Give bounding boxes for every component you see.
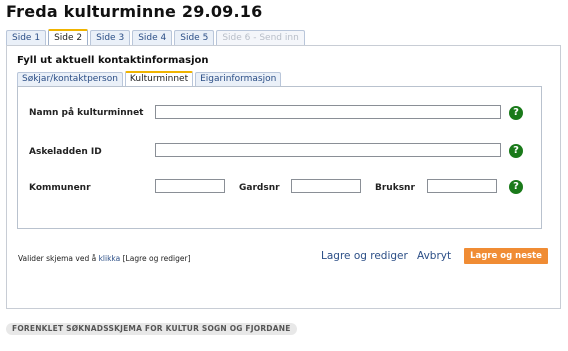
subtab-sokjar-kontaktperson[interactable]: Søkjar/kontaktperson [17,72,123,86]
validate-text: Valider skjema ved å klikka [Lagre og re… [18,254,191,263]
tab-side-3[interactable]: Side 3 [90,30,131,45]
name-label: Namn på kulturminnet [29,108,144,118]
kommunenr-label: Kommunenr [29,183,91,193]
tab-side-5[interactable]: Side 5 [174,30,215,45]
validate-suffix: [Lagre og rediger] [120,254,191,263]
gardsnr-label: Gardsnr [239,183,280,193]
footer-badge: FORENKLET SØKNADSSKJEMA FOR KULTUR SOGN … [6,323,297,335]
tab-side-6-send-inn: Side 6 - Send inn [216,30,305,45]
save-next-button[interactable]: Lagre og neste [464,248,548,264]
gardsnr-input[interactable] [291,179,361,193]
help-icon[interactable]: ? [509,180,523,194]
askeladden-input[interactable] [155,143,501,157]
askeladden-label: Askeladden ID [29,147,102,157]
page-title: Freda kulturminne 29.09.16 [6,2,263,21]
help-icon[interactable]: ? [509,144,523,158]
subtab-kulturminnet[interactable]: Kulturminnet [124,71,194,86]
tab-side-2[interactable]: Side 2 [48,29,89,45]
cancel-link[interactable]: Avbryt [417,250,451,262]
tab-side-1[interactable]: Side 1 [6,30,47,45]
form-frame: Fyll ut aktuell kontaktinformasjon Søkja… [6,45,561,309]
page-tabs: Side 1 Side 2 Side 3 Side 4 Side 5 Side … [6,29,305,46]
validate-prefix: Valider skjema ved å [18,254,99,263]
sub-tabs: Søkjar/kontaktperson Kulturminnet Eigari… [17,71,282,87]
subtab-eigarinformasjon[interactable]: Eigarinformasjon [195,72,282,86]
validate-link[interactable]: klikka [99,254,121,263]
help-icon[interactable]: ? [509,106,523,120]
tab-side-4[interactable]: Side 4 [132,30,173,45]
name-input[interactable] [155,105,501,119]
bruksnr-input[interactable] [427,179,497,193]
kommunenr-input[interactable] [155,179,225,193]
kulturminnet-panel: Namn på kulturminnet ? Askeladden ID ? K… [17,86,542,229]
section-title: Fyll ut aktuell kontaktinformasjon [17,55,209,66]
bruksnr-label: Bruksnr [375,183,415,193]
save-edit-link[interactable]: Lagre og rediger [321,250,408,262]
